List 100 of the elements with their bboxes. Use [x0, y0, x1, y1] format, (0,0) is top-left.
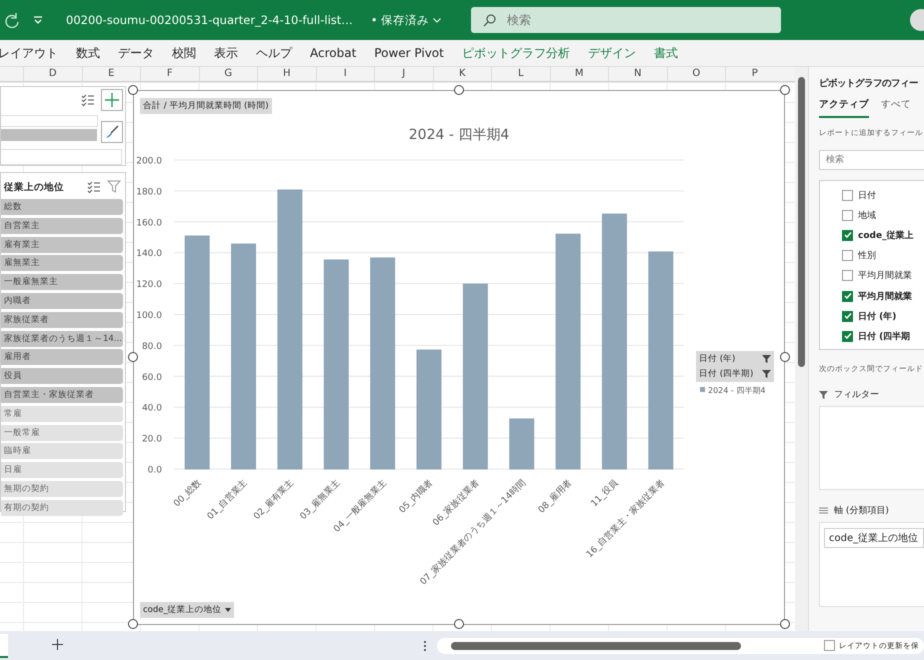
resize-handle[interactable] [454, 85, 464, 95]
field-label[interactable]: code_従業上 [858, 228, 914, 242]
slicer-item[interactable]: 家族従業者 [1, 312, 123, 328]
ribbon-tab[interactable]: 書式 [654, 44, 678, 62]
field-label[interactable]: 日付 (四半期 [858, 330, 910, 343]
ribbon-tab[interactable]: 表示 [214, 44, 238, 62]
pane-title: ピボットグラフのフィー [819, 77, 919, 90]
checkbox[interactable] [824, 640, 835, 651]
resize-handle[interactable] [780, 352, 790, 362]
field-label[interactable]: 日付 [858, 188, 876, 202]
axis-field-item[interactable]: code_従業上の地位 [824, 528, 924, 548]
slicer-item[interactable]: 無期の契約 [1, 480, 123, 497]
slicer-item[interactable]: 家族従業者のうち週１～14... [1, 330, 123, 347]
value-field-button[interactable]: 合計 / 平均月間就業時間 (時間) [140, 98, 272, 114]
column-header[interactable]: M [550, 67, 608, 81]
ribbon-tab[interactable]: データ [118, 44, 154, 62]
axis-area[interactable]: code_従業上の地位 [819, 522, 924, 607]
column-header[interactable]: K [432, 67, 491, 81]
slicer-item[interactable]: 日雇 [1, 462, 123, 478]
slicer-item[interactable]: 自営業主 [1, 218, 123, 234]
sheet-tab[interactable] [0, 634, 8, 658]
slicer-item[interactable]: 雇用者 [1, 349, 123, 366]
axis-field-button[interactable]: code_従業上の地位 [140, 602, 234, 618]
checkbox[interactable] [842, 190, 853, 201]
resize-handle[interactable] [128, 85, 138, 95]
input-field[interactable] [1, 149, 122, 165]
ribbon-tab[interactable]: 数式 [76, 44, 100, 62]
brush-button[interactable] [101, 121, 123, 143]
resize-handle[interactable] [128, 619, 138, 629]
slicer-item[interactable]: 自営業主・家族従業者 [1, 386, 123, 403]
column-header[interactable]: P [725, 67, 784, 81]
ribbon-tab[interactable]: Power Pivot [374, 46, 444, 60]
axis-tick-label: 160.0 [136, 218, 162, 228]
checkbox[interactable] [842, 210, 853, 221]
resize-handle[interactable] [128, 352, 138, 362]
legend-field-button[interactable]: 日付 (年) [696, 351, 774, 367]
slicer-item[interactable]: 雇有業主 [1, 236, 123, 253]
slicer-item[interactable]: 常雇 [1, 406, 123, 422]
ribbon-tab[interactable]: デザイン [588, 44, 636, 62]
column-header[interactable]: H [257, 67, 316, 81]
checkbox[interactable] [842, 230, 853, 241]
add-button[interactable] [101, 89, 123, 111]
axis-tick-label: 0.0 [148, 466, 162, 476]
slicer-item[interactable]: 役員 [1, 368, 123, 384]
clear-filter-icon[interactable] [107, 180, 121, 194]
ribbon-tab[interactable]: Acrobat [310, 46, 356, 60]
checkbox[interactable] [842, 310, 853, 322]
redo-icon[interactable] [4, 12, 20, 28]
pane-tab[interactable]: アクティブ [819, 98, 869, 118]
slicer-item[interactable]: 有期の契約 [1, 500, 123, 516]
axis-tick-label: 200.0 [136, 156, 162, 166]
axis-tick-label: 120.0 [136, 280, 162, 290]
checkbox[interactable] [842, 330, 853, 342]
ribbon-tab[interactable]: 校閲 [172, 44, 196, 62]
field-label[interactable]: 平均月間就業 [858, 290, 912, 303]
column-header[interactable]: O [666, 67, 725, 81]
input-field[interactable] [1, 115, 98, 127]
column-header[interactable]: I [316, 67, 374, 81]
slicer-item[interactable]: 内職者 [1, 292, 123, 309]
slicer-item[interactable]: 臨時雇 [1, 443, 123, 460]
slicer-item[interactable]: 一般常雇 [1, 424, 123, 441]
ribbon-tab[interactable]: ピボットグラフ分析 [462, 44, 570, 62]
category-label: 02_雇有業主 [252, 478, 296, 522]
vertical-scrollbar[interactable] [795, 67, 808, 631]
slicer-header: 従業上の地位 [2, 180, 65, 194]
column-header[interactable]: J [374, 67, 432, 81]
field-label[interactable]: 性別 [858, 249, 876, 262]
slicer-item[interactable]: 総数 [1, 199, 123, 215]
more-icon[interactable] [422, 640, 427, 652]
save-status-button[interactable]: • 保存済み [370, 12, 442, 28]
search-field[interactable]: 検索 [471, 7, 782, 33]
column-header[interactable]: F [140, 67, 198, 81]
column-header[interactable]: L [491, 67, 550, 81]
legend-label: 2024 - 四半期4 [708, 386, 766, 395]
checkbox[interactable] [842, 290, 853, 302]
ribbon-tab[interactable]: ヘルプ [256, 44, 292, 62]
column-header[interactable]: D [23, 67, 82, 81]
category-label: 00_総数 [172, 478, 204, 510]
resize-handle[interactable] [780, 85, 790, 95]
resize-handle[interactable] [454, 619, 464, 629]
checkbox[interactable] [842, 250, 853, 262]
field-label[interactable]: 日付 (年) [858, 310, 896, 323]
pane-tab[interactable]: すべて [881, 98, 911, 118]
multi-select-icon[interactable] [81, 93, 95, 107]
slicer-item[interactable]: 一般雇無業主 [1, 274, 123, 290]
field-label[interactable]: 平均月間就業 [858, 269, 912, 282]
slicer-item[interactable]: 雇無業主 [1, 255, 123, 272]
horizontal-scrollbar[interactable] [436, 638, 924, 654]
column-header[interactable]: E [82, 67, 140, 81]
resize-handle[interactable] [780, 619, 790, 629]
column-header[interactable]: G [198, 67, 257, 81]
search-field[interactable]: 検索 [819, 150, 924, 170]
field-label[interactable]: 地域 [858, 208, 876, 222]
column-header[interactable]: N [608, 67, 666, 81]
filter-icon [819, 390, 828, 398]
legend-field-button[interactable]: 日付 (四半期) [696, 366, 774, 382]
ribbon-tab[interactable]: レイアウト [0, 44, 58, 62]
multi-select-icon[interactable] [87, 180, 101, 194]
checkbox[interactable] [842, 270, 853, 282]
axis-tick-label: 20.0 [142, 434, 162, 445]
